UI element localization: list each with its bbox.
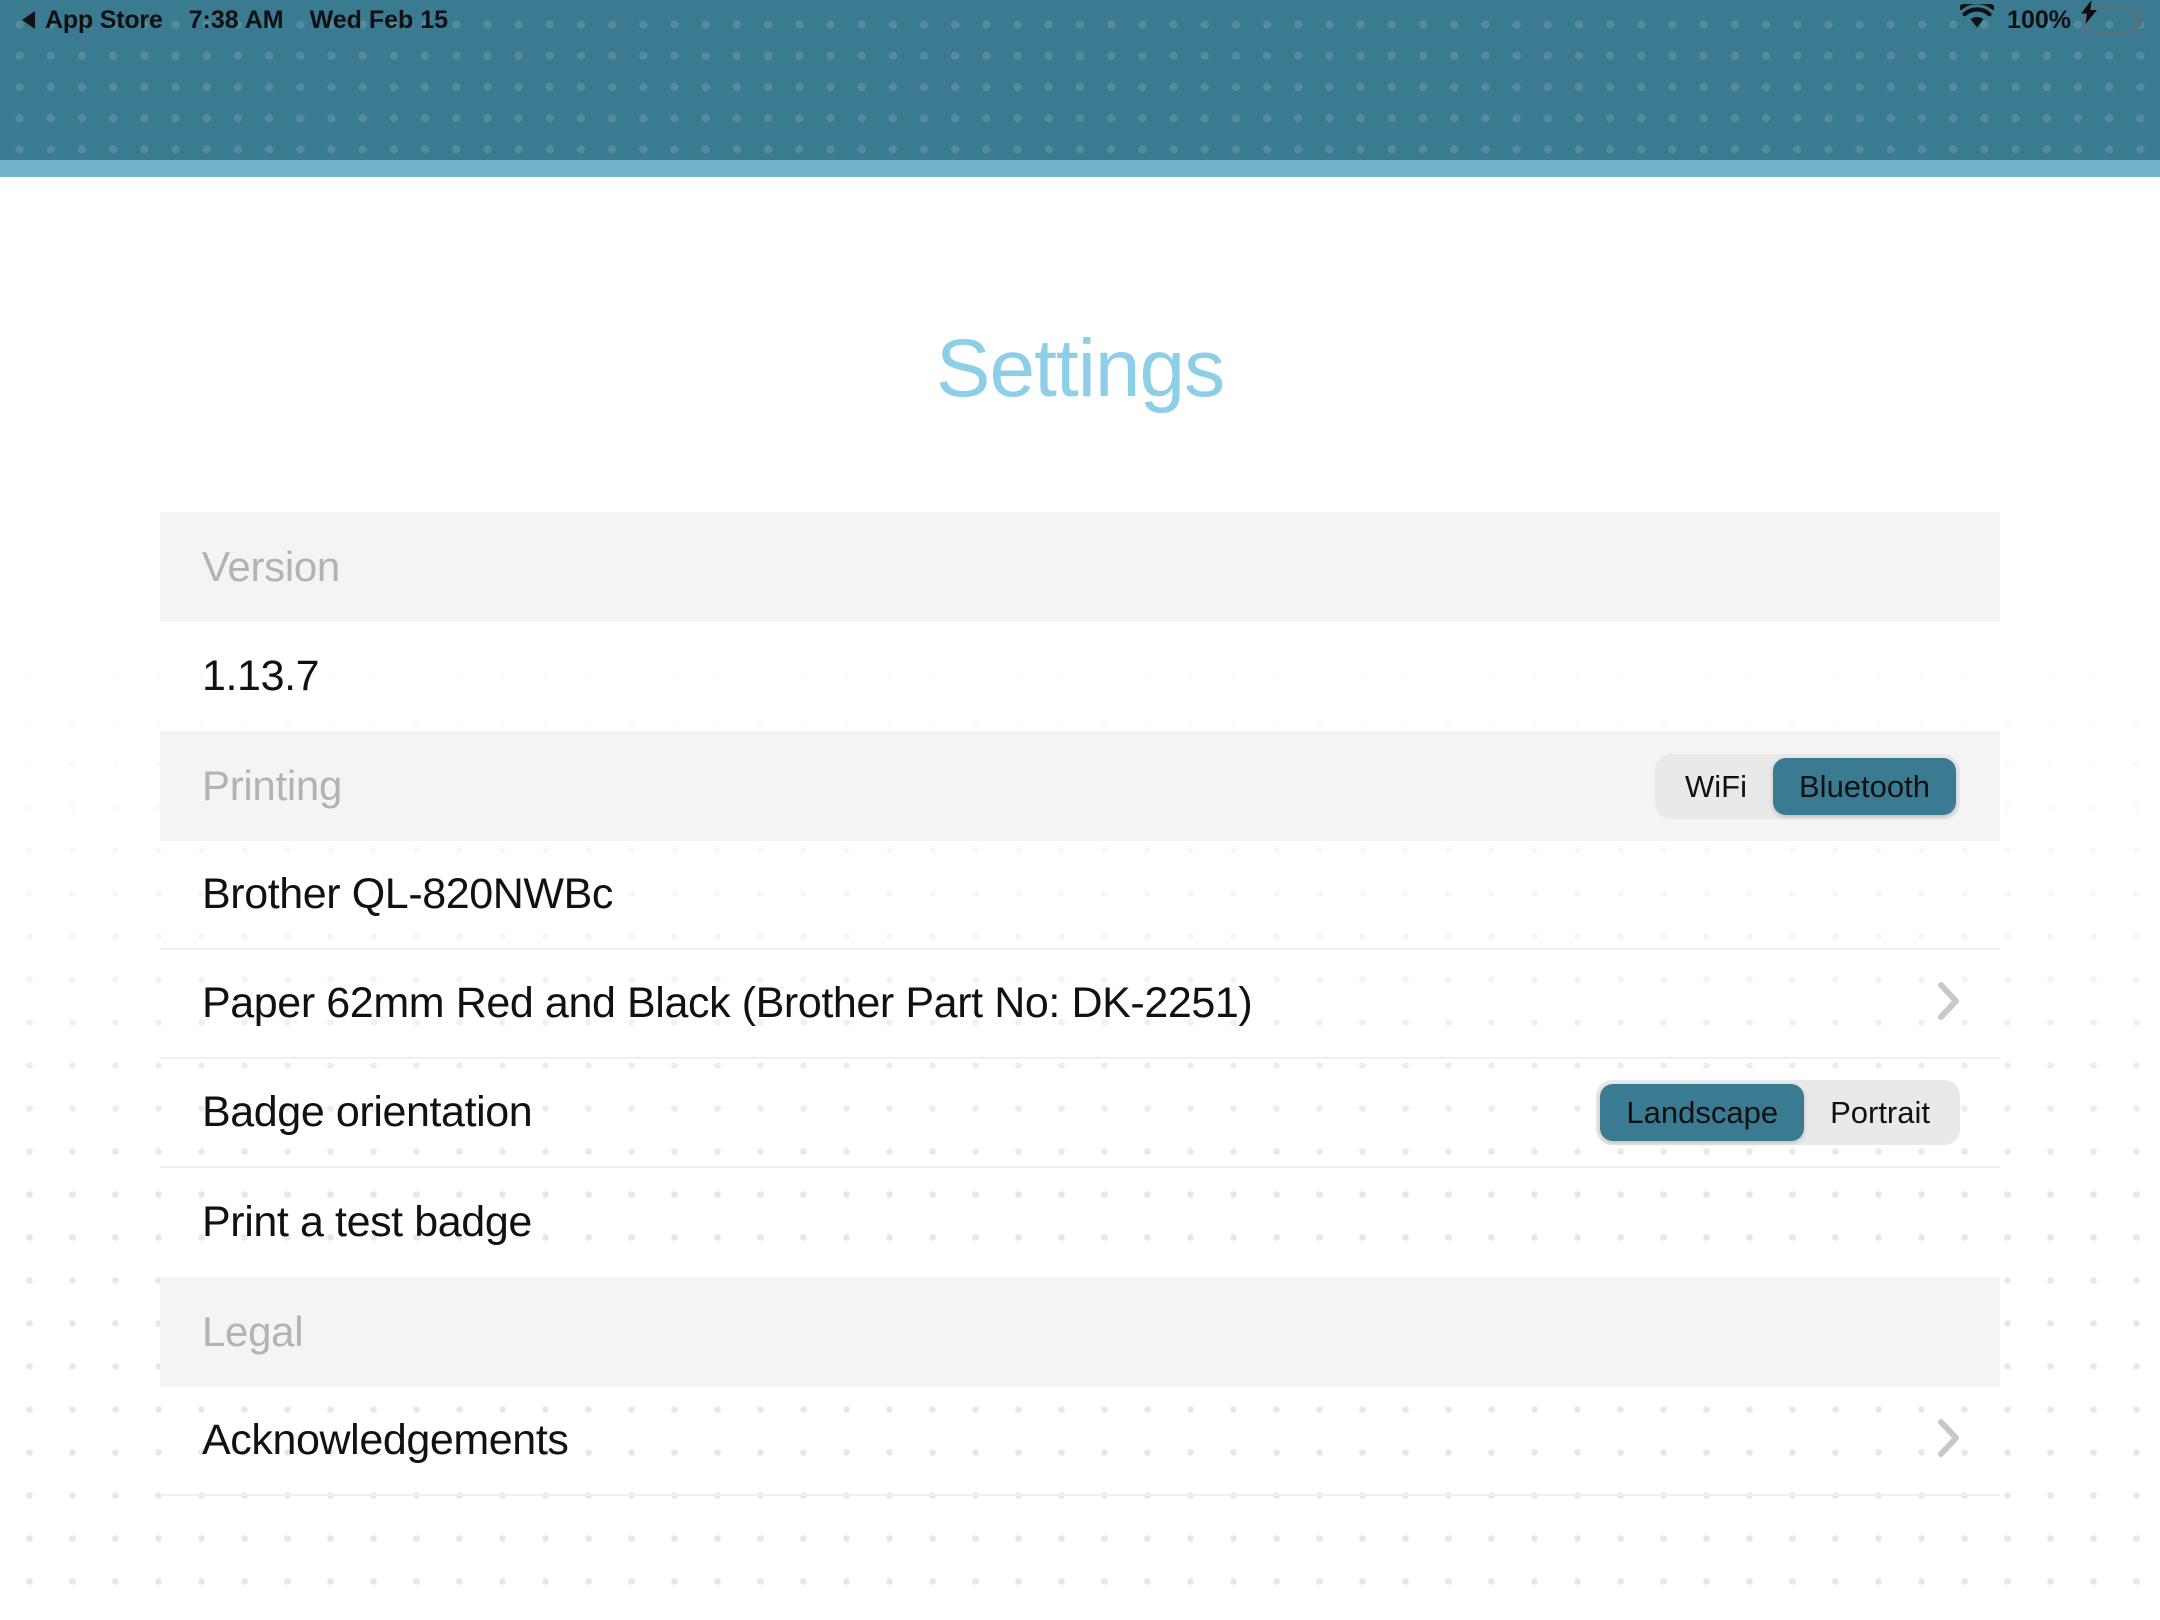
row-badge-orientation[interactable]: Badge orientation Landscape Portrait <box>160 1059 2000 1168</box>
row-version-value: 1.13.7 <box>160 622 2000 731</box>
section-header-legal: Legal <box>160 1277 2000 1387</box>
row-label: Acknowledgements <box>202 1416 569 1464</box>
header-underline-accent <box>0 160 2160 177</box>
row-label: Paper 62mm Red and Black (Brother Part N… <box>202 979 1253 1027</box>
status-bar-left: App Store 7:38 AM Wed Feb 15 <box>22 6 448 35</box>
badge-orientation-segmented[interactable]: Landscape Portrait <box>1596 1080 1960 1145</box>
row-trailing <box>1938 1419 1960 1462</box>
section-header-label: Legal <box>202 1308 304 1355</box>
section-header-version: Version <box>160 512 2000 622</box>
row-label: Print a test badge <box>202 1198 532 1246</box>
section-header-trailing: WiFi Bluetooth <box>1655 753 1960 819</box>
segment-portrait[interactable]: Portrait <box>1804 1084 1956 1141</box>
section-header-label: Version <box>202 543 340 590</box>
row-label: 1.13.7 <box>202 652 320 700</box>
wifi-icon <box>1958 0 1996 36</box>
settings-screen: Settings Version 1.13.7 Printing WiFi Bl… <box>0 177 2160 1620</box>
segment-landscape[interactable]: Landscape <box>1600 1084 1805 1141</box>
row-label: Brother QL-820NWBc <box>202 870 614 918</box>
status-bar-date: Wed Feb 15 <box>309 5 449 34</box>
back-to-app-label[interactable]: App Store <box>45 6 163 35</box>
settings-list: Version 1.13.7 Printing WiFi Bluetooth B… <box>0 512 2160 1496</box>
row-paper-type[interactable]: Paper 62mm Red and Black (Brother Part N… <box>160 950 2000 1059</box>
section-header-printing: Printing WiFi Bluetooth <box>160 731 2000 841</box>
row-trailing <box>1938 982 1960 1025</box>
row-printer-model[interactable]: Brother QL-820NWBc <box>160 841 2000 950</box>
row-print-test-badge[interactable]: Print a test badge <box>160 1168 2000 1277</box>
row-trailing: Landscape Portrait <box>1596 1080 1960 1145</box>
chevron-right-icon[interactable] <box>1938 1419 1960 1462</box>
ios-status-bar: App Store 7:38 AM Wed Feb 15 100% <box>0 0 2160 40</box>
row-label: Badge orientation <box>202 1088 533 1136</box>
page-title: Settings <box>935 323 1225 414</box>
triangle-left-icon[interactable] <box>22 11 35 29</box>
segment-bluetooth[interactable]: Bluetooth <box>1773 757 1956 815</box>
chevron-right-icon[interactable] <box>1938 982 1960 1025</box>
connection-mode-segmented[interactable]: WiFi Bluetooth <box>1655 753 1960 819</box>
status-bar-time: 7:38 AM <box>188 5 284 34</box>
battery-percent-label: 100% <box>2007 5 2071 34</box>
battery-charging-icon <box>2081 0 2142 34</box>
status-bar-right: 100% <box>1958 0 2142 36</box>
segment-wifi[interactable]: WiFi <box>1659 758 1773 815</box>
row-acknowledgements[interactable]: Acknowledgements <box>160 1387 2000 1496</box>
section-header-label: Printing <box>202 762 343 809</box>
